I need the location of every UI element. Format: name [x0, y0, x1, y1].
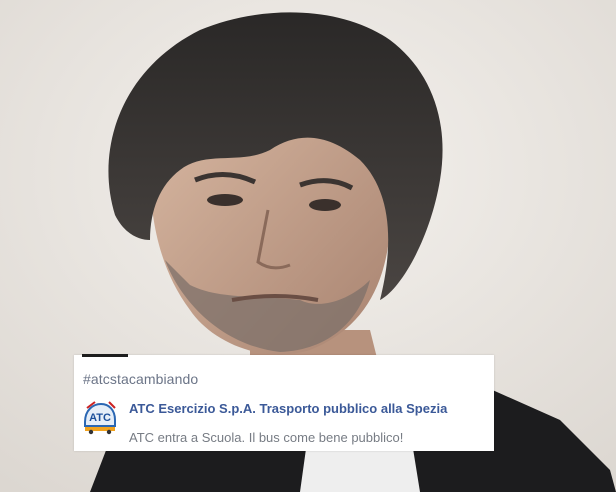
- hashtag-link[interactable]: #atcstacambiando: [83, 371, 198, 387]
- page-name-link[interactable]: ATC Esercizio S.p.A. Trasporto pubblico …: [129, 401, 447, 416]
- card-divider: [82, 354, 128, 357]
- post-text: ATC entra a Scuola. Il bus come bene pub…: [129, 430, 404, 445]
- post-preview-card[interactable]: #atcstacambiando ATC ATC Esercizio S.p.A…: [74, 354, 494, 451]
- logo-text: ATC: [89, 412, 111, 424]
- atc-logo-icon[interactable]: ATC: [81, 398, 119, 436]
